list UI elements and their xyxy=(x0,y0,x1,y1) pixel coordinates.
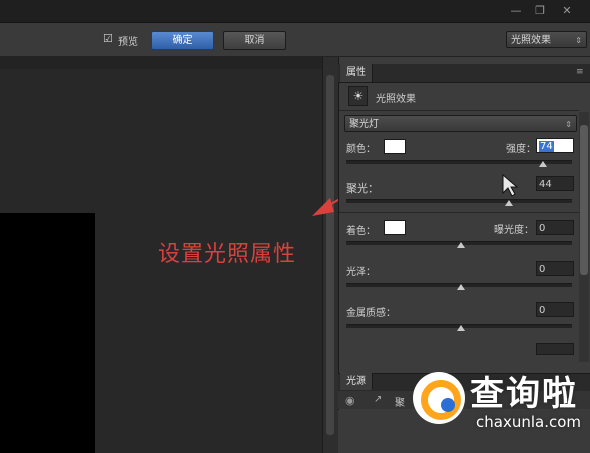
exposure-label: 曝光度： xyxy=(494,225,534,236)
color-label: 颜色： xyxy=(346,144,376,155)
exposure-value: 0 xyxy=(539,223,546,234)
metallic-input[interactable]: 0 xyxy=(536,302,574,317)
spotlight-icon: ↗ xyxy=(374,394,383,405)
gloss-input[interactable]: 0 xyxy=(536,261,574,276)
ok-button[interactable]: 确定 xyxy=(151,31,214,50)
lighting-effects-icon: ☀ xyxy=(348,86,368,106)
annotation-text: 设置光照属性 xyxy=(158,242,297,267)
preview-checkbox[interactable]: ☑ xyxy=(103,32,113,45)
mouse-cursor-icon xyxy=(502,174,518,197)
preset-value: 光照效果 xyxy=(511,35,551,46)
light-type-value: 聚光灯 xyxy=(349,119,379,130)
watermark-brand: 查询啦 xyxy=(470,374,578,414)
tab-properties[interactable]: 属性 xyxy=(340,64,373,82)
minimize-icon[interactable]: — xyxy=(505,3,527,18)
panel-scrollbar-thumb[interactable] xyxy=(580,125,588,275)
light-source-name: 聚 xyxy=(395,398,405,409)
dropdown-arrow-icon: ⇕ xyxy=(575,36,582,45)
hotspot-input[interactable]: 44 xyxy=(536,176,574,191)
dropdown-arrow-icon: ⇕ xyxy=(565,120,572,129)
hotspot-label: 聚光： xyxy=(346,182,379,195)
panel-heading: 光照效果 xyxy=(376,94,416,105)
intensity-slider-thumb[interactable] xyxy=(539,161,547,167)
intensity-input[interactable]: 74 xyxy=(536,138,574,153)
divider xyxy=(339,212,579,213)
preview-label: 预览 xyxy=(118,37,138,48)
divider xyxy=(339,110,579,111)
metallic-label: 金属质感： xyxy=(346,308,396,319)
light-type-dropdown[interactable]: 聚光灯 ⇕ xyxy=(344,115,577,132)
eye-icon[interactable]: ◉ xyxy=(345,394,355,407)
tint-label: 着色： xyxy=(346,226,376,237)
next-field-input[interactable] xyxy=(536,343,574,355)
gloss-label: 光泽： xyxy=(346,267,376,278)
intensity-value: 74 xyxy=(539,141,554,152)
panel-tabbar xyxy=(338,64,590,83)
tint-color-swatch[interactable] xyxy=(384,220,406,235)
close-icon[interactable]: ✕ xyxy=(556,3,578,18)
document-image[interactable] xyxy=(0,213,95,453)
restore-icon[interactable]: ❐ xyxy=(529,3,551,18)
metallic-value: 0 xyxy=(539,305,546,316)
exposure-input[interactable]: 0 xyxy=(536,220,574,235)
intensity-label: 强度： xyxy=(506,144,536,155)
preset-dropdown[interactable]: 光照效果 ⇕ xyxy=(506,31,587,48)
canvas-scrollbar-thumb[interactable] xyxy=(326,75,334,435)
panel-menu-icon[interactable]: ≡ xyxy=(576,63,584,81)
hotspot-value: 44 xyxy=(539,179,552,190)
hotspot-slider[interactable] xyxy=(346,199,572,203)
watermark-logo-ring xyxy=(421,380,461,420)
light-color-swatch[interactable] xyxy=(384,139,406,154)
exposure-slider-thumb[interactable] xyxy=(457,242,465,248)
hotspot-slider-thumb[interactable] xyxy=(505,200,513,206)
canvas-ruler xyxy=(0,57,322,69)
watermark-logo-dot xyxy=(441,398,455,412)
options-bar xyxy=(0,23,590,57)
gloss-slider-thumb[interactable] xyxy=(457,284,465,290)
cancel-button[interactable]: 取消 xyxy=(223,31,286,50)
watermark-url: chaxunla.com xyxy=(476,413,581,431)
metallic-slider-thumb[interactable] xyxy=(457,325,465,331)
tab-light-source[interactable]: 光源 xyxy=(340,373,373,390)
title-bar xyxy=(0,0,590,23)
gloss-value: 0 xyxy=(539,264,546,275)
